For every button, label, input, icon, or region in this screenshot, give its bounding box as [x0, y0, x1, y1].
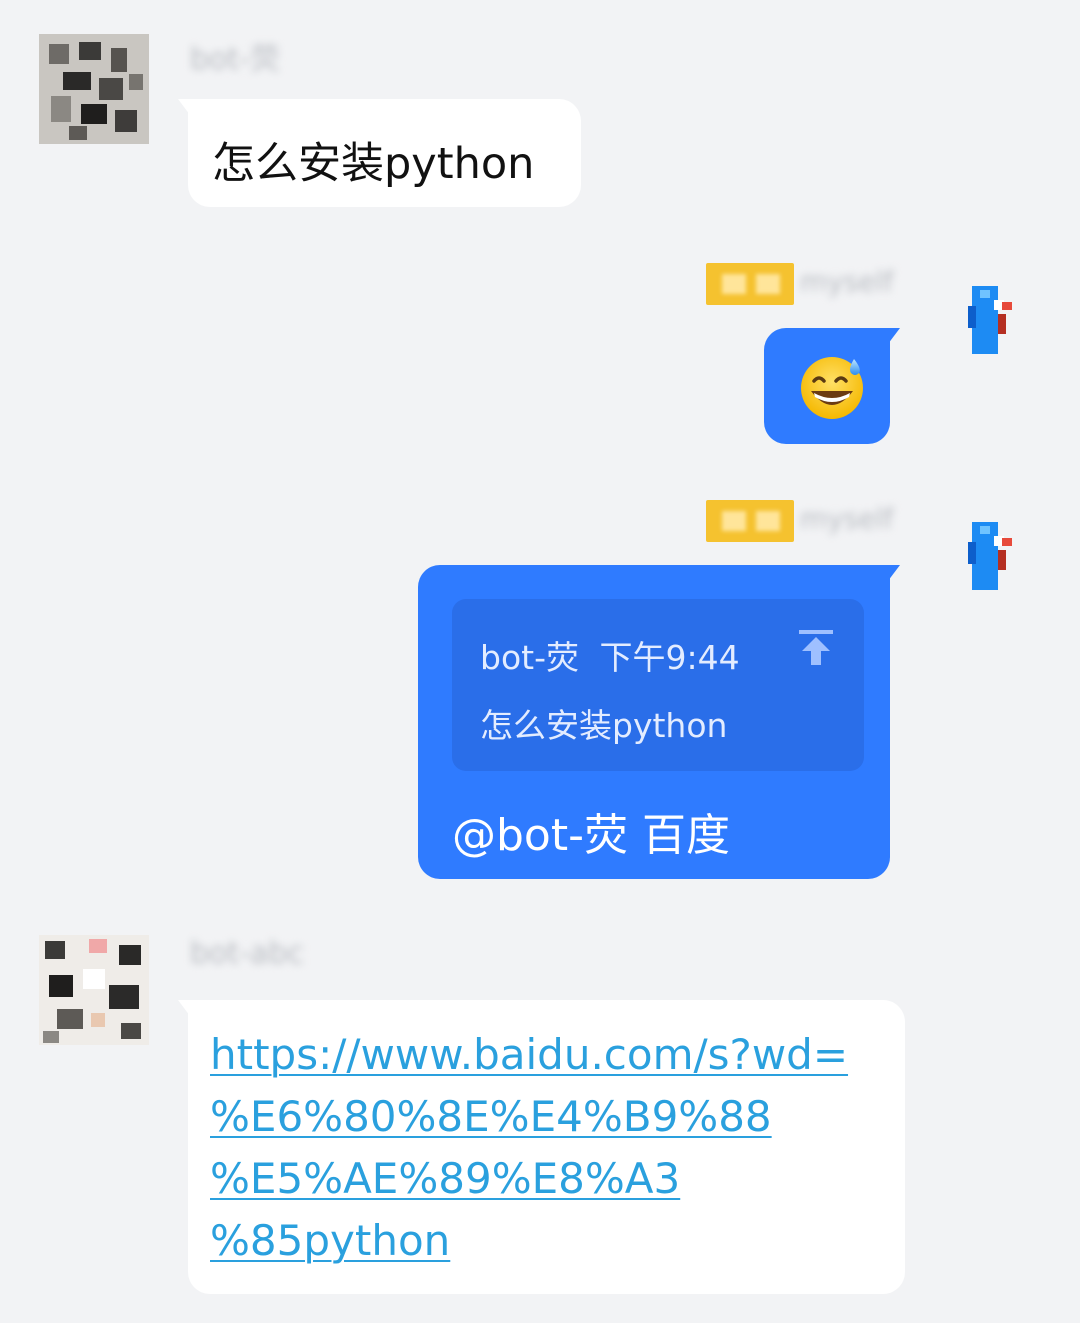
- grinning-face-with-sweat-icon: [801, 357, 863, 419]
- self-avatar[interactable]: [958, 280, 1024, 360]
- sender-name: bot-荧: [190, 42, 280, 77]
- message-bubble[interactable]: [764, 328, 890, 444]
- link-text-line-2[interactable]: %E6%80%8E%E4%B9%88: [210, 1092, 772, 1141]
- quote-text: 怎么安装python: [480, 706, 728, 745]
- message-text: @bot-荧 百度: [452, 810, 730, 861]
- sender-name: myself: [800, 265, 894, 298]
- message-bubble[interactable]: bot-荧 下午9:44 怎么安装python @bot-荧 百度: [418, 565, 890, 879]
- quote-time: 下午9:44: [599, 638, 740, 677]
- quote-header: bot-荧 下午9:44: [480, 631, 740, 679]
- sender-avatar[interactable]: [39, 935, 149, 1045]
- message-text: 怎么安装python: [212, 139, 535, 189]
- message-bubble[interactable]: 怎么安装python: [188, 99, 581, 207]
- link-text-line-4[interactable]: %85python: [210, 1216, 450, 1265]
- link-text-line-1[interactable]: https://www.baidu.com/s?wd=: [210, 1030, 848, 1079]
- sender-name: myself: [800, 502, 894, 535]
- jump-to-quote-icon[interactable]: [796, 627, 836, 667]
- role-badge: [706, 500, 794, 542]
- self-avatar[interactable]: [958, 516, 1024, 596]
- sender-name: bot-abc: [190, 936, 304, 971]
- quote-author: bot-荧: [480, 638, 579, 677]
- role-badge: [706, 263, 794, 305]
- sender-avatar[interactable]: [39, 34, 149, 144]
- quoted-message[interactable]: bot-荧 下午9:44 怎么安装python: [452, 599, 864, 771]
- link-text-line-3[interactable]: %E5%AE%89%E8%A3: [210, 1154, 680, 1203]
